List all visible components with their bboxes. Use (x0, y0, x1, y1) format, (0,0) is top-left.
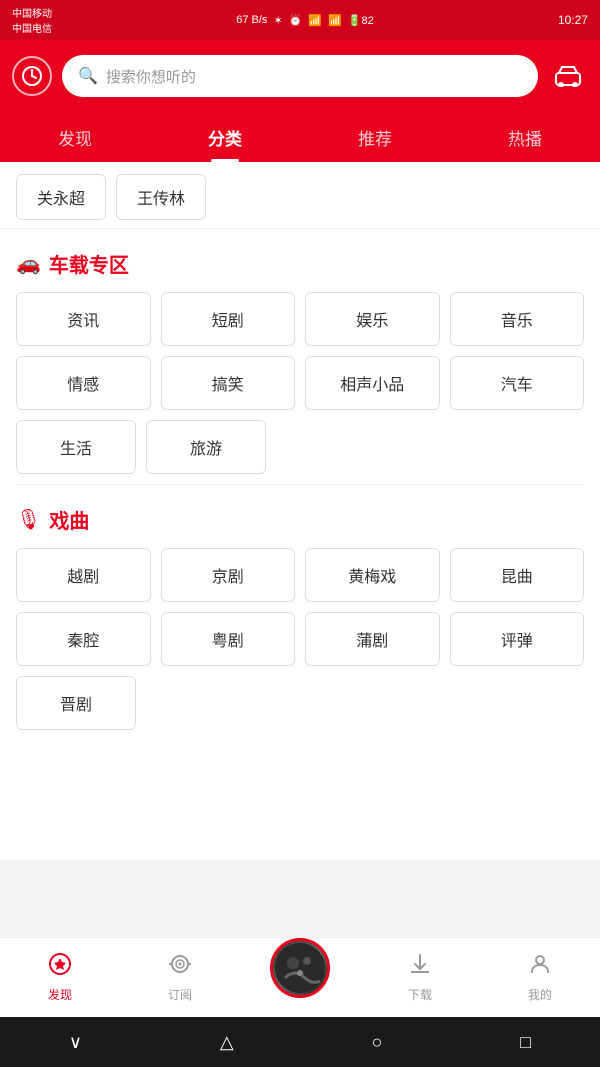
signal-icon: 📶 (328, 14, 342, 27)
tag-wangchuanlin[interactable]: 王传林 (116, 174, 206, 220)
car-row-1: 资讯 短剧 娱乐 音乐 (0, 292, 600, 356)
search-icon: 🔍 (78, 66, 98, 86)
discover-icon (48, 952, 72, 982)
opera-row-1: 越剧 京剧 黄梅戏 昆曲 (0, 548, 600, 612)
subscribe-label: 订阅 (168, 986, 192, 1003)
header: 🔍 搜索你想听的 (0, 40, 600, 112)
tab-hot[interactable]: 热播 (450, 112, 600, 162)
car-section-icon: 🚗 (16, 251, 41, 276)
network-speed: 67 B/s (236, 14, 267, 26)
tag-yule[interactable]: 娱乐 (305, 292, 440, 346)
nav-mine[interactable]: 我的 (480, 952, 600, 1003)
discover-label: 发现 (48, 986, 72, 1003)
tab-recommend[interactable]: 推荐 (300, 112, 450, 162)
carrier-info: 中国移动 中国电信 (12, 5, 52, 35)
car-row-2: 情感 搞笑 相声小品 汽车 (0, 356, 600, 420)
tag-lvyou[interactable]: 旅游 (146, 420, 266, 474)
tag-qiche[interactable]: 汽车 (450, 356, 585, 410)
opera-row-3: 晋剧 (0, 676, 600, 740)
tab-discover[interactable]: 发现 (0, 112, 150, 162)
opera-section-header: 🎙 戏曲 (0, 485, 600, 548)
mine-label: 我的 (528, 986, 552, 1003)
android-nav-bar: ∨ △ ○ □ (0, 1017, 600, 1067)
bluetooth-icon: ✶ (273, 14, 282, 27)
car-mode-button[interactable] (548, 56, 588, 96)
tag-pingtan[interactable]: 评弹 (450, 612, 585, 666)
tag-zixun[interactable]: 资讯 (16, 292, 151, 346)
android-back[interactable]: ∨ (69, 1032, 82, 1053)
nav-player[interactable] (240, 958, 360, 998)
partial-top-row: 关永超 王传林 (0, 162, 600, 229)
wifi-icon: 📶 (308, 14, 322, 27)
tag-puju[interactable]: 蒲剧 (305, 612, 440, 666)
tag-yinyue[interactable]: 音乐 (450, 292, 585, 346)
mine-icon (528, 952, 552, 982)
tag-qinqiang[interactable]: 秦腔 (16, 612, 151, 666)
tag-qinggan[interactable]: 情感 (16, 356, 151, 410)
tag-jinju[interactable]: 晋剧 (16, 676, 136, 730)
nav-discover[interactable]: 发现 (0, 952, 120, 1003)
tag-yueju[interactable]: 越剧 (16, 548, 151, 602)
time-display: 10:27 (558, 13, 588, 27)
tag-shenghuo[interactable]: 生活 (16, 420, 136, 474)
nav-download[interactable]: 下载 (360, 952, 480, 1003)
car-section-header: 🚗 车载专区 (0, 229, 600, 292)
player-avatar (270, 938, 330, 998)
car-row-3: 生活 旅游 (0, 420, 600, 484)
tag-kunqu[interactable]: 昆曲 (450, 548, 585, 602)
tag-guanyongchao[interactable]: 关永超 (16, 174, 106, 220)
tab-category[interactable]: 分类 (150, 112, 300, 162)
download-label: 下载 (408, 986, 432, 1003)
tag-jingju[interactable]: 京剧 (161, 548, 296, 602)
opera-section-title: 戏曲 (49, 505, 89, 534)
clock-button[interactable] (12, 56, 52, 96)
tag-yueju2[interactable]: 粤剧 (161, 612, 296, 666)
bottom-nav: 发现 订阅 (0, 937, 600, 1017)
tag-gaoxiao[interactable]: 搞笑 (161, 356, 296, 410)
android-circle[interactable]: ○ (372, 1032, 383, 1053)
nav-tabs: 发现 分类 推荐 热播 (0, 112, 600, 162)
battery-icon: 🔋82 (348, 14, 374, 27)
search-bar[interactable]: 🔍 搜索你想听的 (62, 55, 538, 97)
android-home[interactable]: △ (220, 1032, 234, 1053)
content-area: 关永超 王传林 🚗 车载专区 资讯 短剧 娱乐 音乐 情感 搞笑 相声小品 汽车… (0, 162, 600, 860)
tag-xiangshengxiaopin[interactable]: 相声小品 (305, 356, 440, 410)
download-icon (408, 952, 432, 982)
status-center: 67 B/s ✶ ⏰ 📶 📶 🔋82 (236, 14, 373, 27)
tag-duanju[interactable]: 短剧 (161, 292, 296, 346)
search-placeholder: 搜索你想听的 (106, 66, 196, 87)
status-bar: 中国移动 中国电信 67 B/s ✶ ⏰ 📶 📶 🔋82 10:27 (0, 0, 600, 40)
car-section-title: 车载专区 (49, 249, 129, 278)
nav-subscribe[interactable]: 订阅 (120, 952, 240, 1003)
tag-huangmeixi[interactable]: 黄梅戏 (305, 548, 440, 602)
opera-row-2: 秦腔 粤剧 蒲剧 评弹 (0, 612, 600, 676)
subscribe-icon (168, 952, 192, 982)
opera-section-icon: 🎙 (16, 507, 41, 532)
android-square[interactable]: □ (520, 1032, 531, 1053)
clock-status-icon: ⏰ (289, 14, 303, 27)
